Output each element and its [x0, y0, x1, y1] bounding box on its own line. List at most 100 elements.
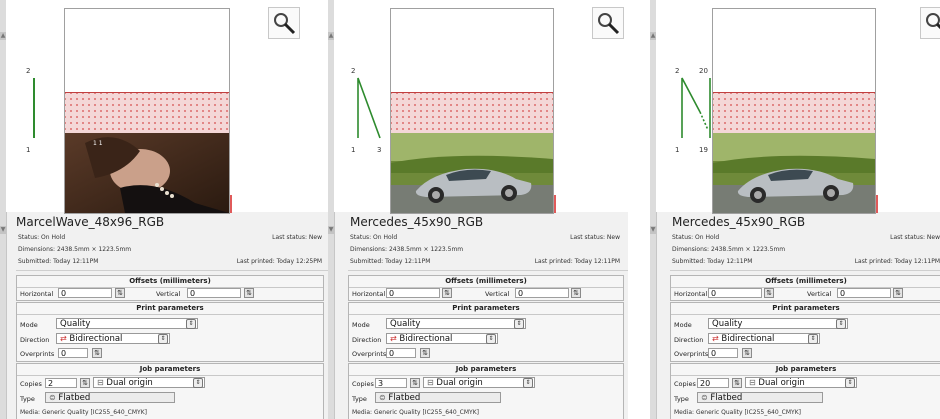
last-printed-time: Last printed: Today 12:11PM [534, 258, 620, 265]
offsets-section: Offsets (millimeters) Horizontal 0 ⇅ Ver… [348, 275, 624, 301]
direction-select[interactable]: ⇄ Bidirectional ⇕ [386, 333, 498, 344]
magnifier-icon [926, 13, 940, 30]
horizontal-spinner-icon[interactable]: ⇅ [442, 288, 452, 298]
media-info: Media: Generic Quality [IC255_640_CMYK] [20, 409, 147, 416]
sheet-edge-marker [554, 195, 556, 213]
horizontal-offset-field[interactable]: 0 [58, 288, 112, 298]
mode-value: Quality [712, 319, 743, 329]
direction-value: Bidirectional [721, 334, 775, 344]
vertical-label: Vertical [485, 290, 510, 298]
vertical-offset-field[interactable]: 0 [515, 288, 569, 298]
type-value: Flatbed [388, 393, 421, 403]
type-value: Flatbed [710, 393, 743, 403]
path-label-bottom-left: 1 [26, 146, 31, 154]
job-dimensions: Dimensions: 2438.5mm × 1223.5mm [672, 246, 786, 253]
print-preview: 2 20 1 19 [656, 0, 940, 214]
zoom-button[interactable] [920, 7, 940, 39]
type-field[interactable]: ⊜ Flatbed [375, 392, 501, 403]
mode-select[interactable]: Quality ⇕ [386, 318, 526, 329]
job-parameters-section: Job parameters Copies 3 ⇅ ⊟ Dual origin … [348, 363, 624, 419]
overprints-spinner-icon[interactable]: ⇅ [92, 348, 102, 358]
copies-label: Copies [20, 380, 42, 388]
flatbed-icon: ⊜ [379, 393, 386, 402]
origin-value: Dual origin [758, 378, 805, 388]
copies-spinner-icon[interactable]: ⇅ [732, 378, 742, 388]
zoom-button[interactable] [592, 7, 624, 39]
direction-select[interactable]: ⇄ Bidirectional ⇕ [56, 333, 170, 344]
silver-car-photo [713, 133, 875, 213]
copies-field[interactable]: 3 [375, 378, 407, 388]
scroll-down-arrow-icon[interactable]: ▼ [650, 226, 656, 234]
vertical-spinner-icon[interactable]: ⇅ [244, 288, 254, 298]
overprints-spinner-icon[interactable]: ⇅ [420, 348, 430, 358]
print-parameters-title: Print parameters [17, 303, 323, 315]
horizontal-offset-field[interactable]: 0 [386, 288, 440, 298]
dropdown-arrow-icon: ⇕ [486, 334, 496, 344]
mode-select[interactable]: Quality ⇕ [56, 318, 198, 329]
path-label-bottom-left: 1 [675, 146, 680, 154]
origin-select[interactable]: ⊟ Dual origin ⇕ [93, 377, 205, 388]
print-path-diagram [681, 77, 711, 138]
zoom-button[interactable] [268, 7, 300, 39]
origin-value: Dual origin [436, 378, 483, 388]
origin-select[interactable]: ⊟ Dual origin ⇕ [745, 377, 857, 388]
vertical-offset-field[interactable]: 0 [837, 288, 891, 298]
submitted-time: Submitted: Today 12:11PM [350, 258, 431, 265]
overprints-field[interactable]: 0 [386, 348, 416, 358]
overprints-label: Overprints [352, 350, 387, 358]
origin-select[interactable]: ⊟ Dual origin ⇕ [423, 377, 535, 388]
direction-label: Direction [674, 336, 704, 344]
vertical-spinner-icon[interactable]: ⇅ [571, 288, 581, 298]
overprints-field[interactable]: 0 [708, 348, 738, 358]
horizontal-spinner-icon[interactable]: ⇅ [764, 288, 774, 298]
job-dimensions: Dimensions: 2438.5mm × 1223.5mm [18, 246, 132, 253]
print-parameters-section: Print parameters Mode Quality ⇕ Directio… [670, 302, 940, 362]
mode-select[interactable]: Quality ⇕ [708, 318, 848, 329]
dropdown-arrow-icon: ⇕ [845, 378, 855, 388]
type-label: Type [352, 395, 367, 403]
vertical-label: Vertical [156, 290, 181, 298]
bidirectional-icon: ⇄ [390, 334, 397, 343]
overprints-label: Overprints [20, 350, 55, 358]
horizontal-offset-field[interactable]: 0 [708, 288, 762, 298]
overprints-field[interactable]: 0 [58, 348, 88, 358]
job-parameters-title: Job parameters [349, 364, 623, 376]
bidirectional-icon: ⇄ [60, 334, 67, 343]
print-parameters-title: Print parameters [349, 303, 623, 315]
last-status: Last status: New [890, 234, 940, 241]
horizontal-spinner-icon[interactable]: ⇅ [115, 288, 125, 298]
svg-text:1 1: 1 1 [93, 140, 103, 147]
sheet-edge-marker [230, 195, 232, 213]
unprintable-zone [713, 92, 875, 134]
dropdown-arrow-icon: ⇕ [523, 378, 533, 388]
copies-field[interactable]: 2 [45, 378, 77, 388]
vertical-spinner-icon[interactable]: ⇅ [893, 288, 903, 298]
magnifier-icon [598, 13, 620, 35]
job-panel-3: ▲ ▼ 2 20 1 19 Mercedes_45x90_RGB Status:… [650, 0, 940, 419]
submitted-time: Submitted: Today 12:11PM [672, 258, 753, 265]
scroll-down-arrow-icon[interactable]: ▼ [328, 226, 334, 234]
type-field[interactable]: ⊜ Flatbed [45, 392, 175, 403]
divider [670, 270, 940, 271]
path-label-bottom-right: 3 [377, 146, 382, 154]
media-info: Media: Generic Quality [IC255_640_CMYK] [352, 409, 479, 416]
mode-label: Mode [20, 321, 38, 329]
overprints-spinner-icon[interactable]: ⇅ [742, 348, 752, 358]
copies-spinner-icon[interactable]: ⇅ [80, 378, 90, 388]
print-parameters-title: Print parameters [671, 303, 940, 315]
last-printed-time: Last printed: Today 12:25PM [236, 258, 322, 265]
scroll-down-arrow-icon[interactable]: ▼ [0, 226, 6, 234]
vertical-offset-field[interactable]: 0 [187, 288, 241, 298]
type-field[interactable]: ⊜ Flatbed [697, 392, 823, 403]
dropdown-arrow-icon: ⇕ [514, 319, 524, 329]
copies-spinner-icon[interactable]: ⇅ [410, 378, 420, 388]
type-value: Flatbed [58, 393, 91, 403]
direction-select[interactable]: ⇄ Bidirectional ⇕ [708, 333, 820, 344]
horizontal-label: Horizontal [674, 290, 708, 298]
print-path-diagram [357, 77, 381, 139]
direction-label: Direction [352, 336, 382, 344]
vertical-label: Vertical [807, 290, 832, 298]
copies-field[interactable]: 20 [697, 378, 729, 388]
print-parameters-section: Print parameters Mode Quality ⇕ Directio… [348, 302, 624, 362]
direction-label: Direction [20, 336, 50, 344]
